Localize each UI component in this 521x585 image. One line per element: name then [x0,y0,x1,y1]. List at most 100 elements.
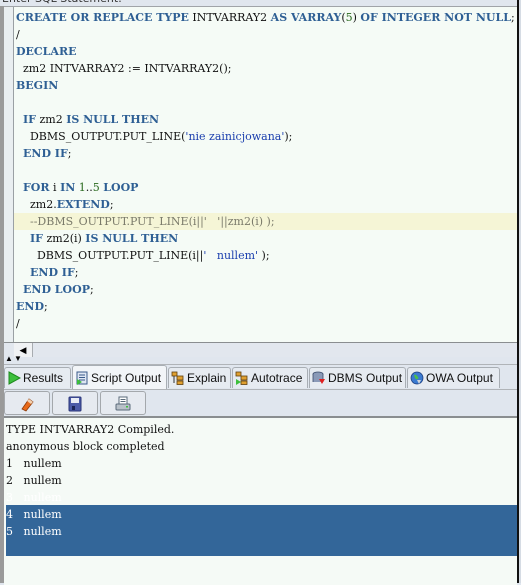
output-line-text: 5 nullem [6,525,62,538]
code-area[interactable]: CREATE OR REPLACE TYPE INTVARRAY2 AS VAR… [14,9,517,332]
code-line[interactable]: DBMS_OUTPUT.PUT_LINE(i||' nullem' ); [16,247,517,264]
owa-globe-icon [410,371,424,385]
keyword-token: IN [60,181,76,194]
keyword-token: END LOOP [23,283,90,296]
code-line[interactable]: zm2.EXTEND; [16,196,517,213]
code-line[interactable]: / [16,26,517,43]
tab-label: Autotrace [251,371,303,385]
output-line: 2 nullem [6,472,517,489]
autotrace-icon [235,371,248,385]
string-token: ' nullem' [203,249,259,262]
keyword-token: END [16,300,44,313]
code-token: ); [258,249,270,262]
output-line-text: 3 nullem [6,491,62,504]
output-toolbar [4,389,517,416]
expand-up-arrow-icon[interactable]: ▲ [5,354,13,363]
code-line[interactable]: BEGIN [16,77,517,94]
tab-label: DBMS Output [328,371,403,385]
keyword-token: IF [30,232,43,245]
split-pane-divider[interactable]: ▲ ▼ [4,354,517,365]
keyword-token: EXTEND [56,198,110,211]
tab-script-output[interactable]: Script Output [72,365,167,389]
code-line[interactable] [16,94,517,111]
keyword-token: IS NULL THEN [66,113,160,126]
string-token: 'nie zainicjowana' [185,130,285,143]
code-token: .. [85,181,93,194]
code-token: zm2(i) [42,232,86,245]
comment-token: --DBMS_OUTPUT.PUT_LINE(i||' '||zm2(i) ); [16,215,275,228]
code-line[interactable]: END LOOP; [16,281,517,298]
horizontal-scrollbar[interactable]: ◀ [4,342,517,358]
code-token: INTVARRAY2 [188,11,271,24]
clear-button[interactable] [4,391,50,415]
keyword-token: END IF [23,147,68,160]
output-line-text: 2 nullem [6,474,62,487]
output-line: 5 nullem [6,523,517,540]
code-token: DBMS_OUTPUT.PUT_LINE( [16,130,186,143]
tab-label: Explain [187,371,227,385]
code-line[interactable]: END IF; [16,264,517,281]
code-line[interactable]: END; [16,298,517,315]
editor-gutter [4,7,14,342]
output-text[interactable]: TYPE INTVARRAY2 Compiled. anonymous block… [6,421,517,540]
tab-explain[interactable]: Explain [168,367,231,388]
explain-plan-icon [171,371,184,385]
save-button[interactable] [52,391,98,415]
output-line-text: 4 nullem [6,508,62,521]
script-output-panel[interactable]: TYPE INTVARRAY2 Compiled. anonymous block… [4,416,517,585]
code-token: i [49,181,61,194]
expand-down-arrow-icon[interactable]: ▼ [14,354,22,363]
keyword-token: DECLARE [16,45,77,58]
floppy-save-icon [68,396,82,412]
keyword-token: CREATE OR REPLACE TYPE [16,11,189,24]
number-token: 1 [78,181,86,194]
code-line[interactable]: FOR i IN 1..5 LOOP [16,179,517,196]
code-line[interactable]: IF zm2(i) IS NULL THEN [16,230,517,247]
code-line[interactable]: / [16,315,517,332]
code-token: ; [43,300,48,313]
output-line: 4 nullem [6,506,517,523]
code-line[interactable]: IF zm2 IS NULL THEN [16,111,517,128]
output-line: TYPE INTVARRAY2 Compiled. [6,421,517,438]
tab-results[interactable]: Results [4,367,71,388]
tab-label: Results [23,371,64,385]
code-token: / [16,28,20,41]
keyword-token: END IF [30,266,75,279]
number-token: 5 [345,11,353,24]
code-line[interactable]: END IF; [16,145,517,162]
run-icon [8,371,21,385]
code-token: ; [89,283,94,296]
current-line[interactable]: --DBMS_OUTPUT.PUT_LINE(i||' '||zm2(i) ); [14,213,517,230]
keyword-token: OF INTEGER NOT NULL [360,11,511,24]
code-line[interactable]: DECLARE [16,43,517,60]
code-token: zm2. [16,198,57,211]
code-line[interactable]: DBMS_OUTPUT.PUT_LINE('nie zainicjowana')… [16,128,517,145]
output-line: 3 nullem [6,489,517,506]
tab-label: OWA Output [426,371,493,385]
code-line[interactable] [16,162,517,179]
sql-editor[interactable]: CREATE OR REPLACE TYPE INTVARRAY2 AS VAR… [4,7,517,342]
output-line-text: TYPE INTVARRAY2 Compiled. [6,423,175,436]
output-line-text: 1 nullem [6,457,62,470]
tab-owa-output[interactable]: OWA Output [407,367,500,388]
print-button[interactable] [100,391,146,415]
output-line: 1 nullem [6,455,517,472]
keyword-token: FOR [23,181,50,194]
tab-dbms-output[interactable]: DBMS Output [309,367,406,388]
code-token: ; [74,266,79,279]
code-token: ; [67,147,72,160]
code-token: zm2 INTVARRAY2 := INTVARRAY2(); [16,62,232,75]
code-token: DBMS_OUTPUT.PUT_LINE(i|| [16,249,204,262]
code-line[interactable]: CREATE OR REPLACE TYPE INTVARRAY2 AS VAR… [16,9,517,26]
tab-label: Script Output [91,371,162,385]
code-line[interactable]: zm2 INTVARRAY2 := INTVARRAY2(); [16,60,517,77]
output-line: anonymous block completed [6,438,517,455]
tab-autotrace[interactable]: Autotrace [232,367,308,388]
code-token: ; [109,198,114,211]
printer-icon [115,396,131,411]
keyword-token: LOOP [103,181,139,194]
